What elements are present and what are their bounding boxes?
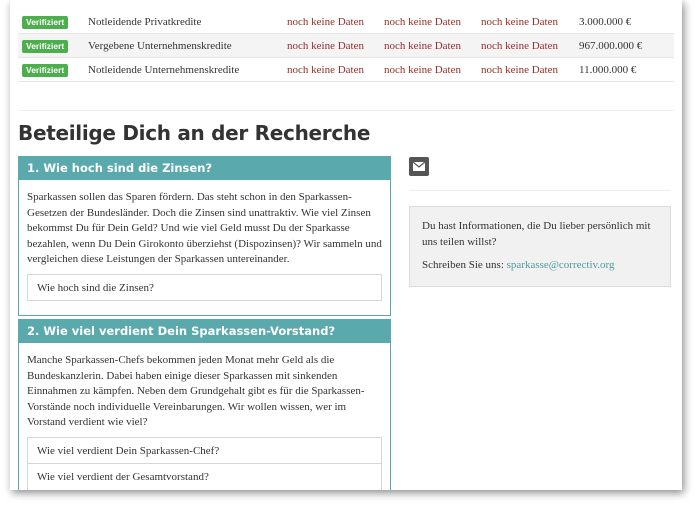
row-name: Vergebene Unternehmenskredite xyxy=(88,40,232,52)
cell-no-data: noch keine Daten xyxy=(481,64,558,76)
cell-no-data: noch keine Daten xyxy=(481,16,558,28)
table-row: Verifiziert Notleidende Privatkredite no… xyxy=(18,10,674,34)
verified-badge: Verifiziert xyxy=(22,40,69,53)
row-name: Notleidende Unternehmenskredite xyxy=(88,64,240,76)
answer-link-board-salary[interactable]: Wie viel verdient der Gesamtvorstand? xyxy=(27,463,382,490)
cell-no-data: noch keine Daten xyxy=(287,16,364,28)
question-panel-interest: 1. Wie hoch sind die Zinsen? Sparkassen … xyxy=(18,156,391,316)
cell-amount: 3.000.000 € xyxy=(579,16,632,28)
cell-no-data: noch keine Daten xyxy=(481,40,558,52)
contact-line: Schreiben Sie uns: sparkasse@correctiv.o… xyxy=(422,258,658,274)
question-description: Sparkassen sollen das Sparen fördern. Da… xyxy=(27,191,382,266)
question-panel-board-salary: 2. Wie viel verdient Dein Sparkassen-Vor… xyxy=(18,319,391,490)
question-title[interactable]: 2. Wie viel verdient Dein Sparkassen-Vor… xyxy=(19,320,390,343)
table-row: Verifiziert Notleidende Unternehmenskred… xyxy=(18,58,674,82)
cell-no-data: noch keine Daten xyxy=(287,40,364,52)
verified-badge: Verifiziert xyxy=(22,16,69,29)
cell-no-data: noch keine Daten xyxy=(384,40,461,52)
verified-badge: Verifiziert xyxy=(22,64,69,77)
answer-link-interest[interactable]: Wie hoch sind die Zinsen? xyxy=(27,273,382,301)
answer-link-ceo-salary[interactable]: Wie viel verdient Dein Sparkassen-Chef? xyxy=(27,436,382,464)
table-row: Verifiziert Vergebene Unternehmenskredit… xyxy=(18,34,674,58)
envelope-icon xyxy=(413,162,425,171)
cell-no-data: noch keine Daten xyxy=(384,64,461,76)
page-frame: Verifiziert Notleidende Privatkredite no… xyxy=(10,0,682,490)
section-title: Beteilige Dich an der Recherche xyxy=(18,121,371,145)
cell-amount: 967.000.000 € xyxy=(579,40,643,52)
section-divider xyxy=(18,110,674,111)
cell-no-data: noch keine Daten xyxy=(384,16,461,28)
contact-prefix: Schreiben Sie uns: xyxy=(422,259,507,272)
row-name: Notleidende Privatkredite xyxy=(88,16,202,28)
contact-email-link[interactable]: sparkasse@correctiv.org xyxy=(507,259,615,271)
data-table: Verifiziert Notleidende Privatkredite no… xyxy=(18,10,674,82)
mail-button[interactable] xyxy=(409,157,429,176)
question-title[interactable]: 1. Wie hoch sind die Zinsen? xyxy=(19,157,390,180)
info-text: Du hast Informationen, die Du lieber per… xyxy=(422,220,651,248)
contact-info-box: Du hast Informationen, die Du lieber per… xyxy=(409,206,671,287)
cell-no-data: noch keine Daten xyxy=(287,64,364,76)
cell-amount: 11.000.000 € xyxy=(579,64,637,76)
question-description: Manche Sparkassen-Chefs bekommen jeden M… xyxy=(27,354,365,429)
sidebar-divider xyxy=(409,190,671,191)
